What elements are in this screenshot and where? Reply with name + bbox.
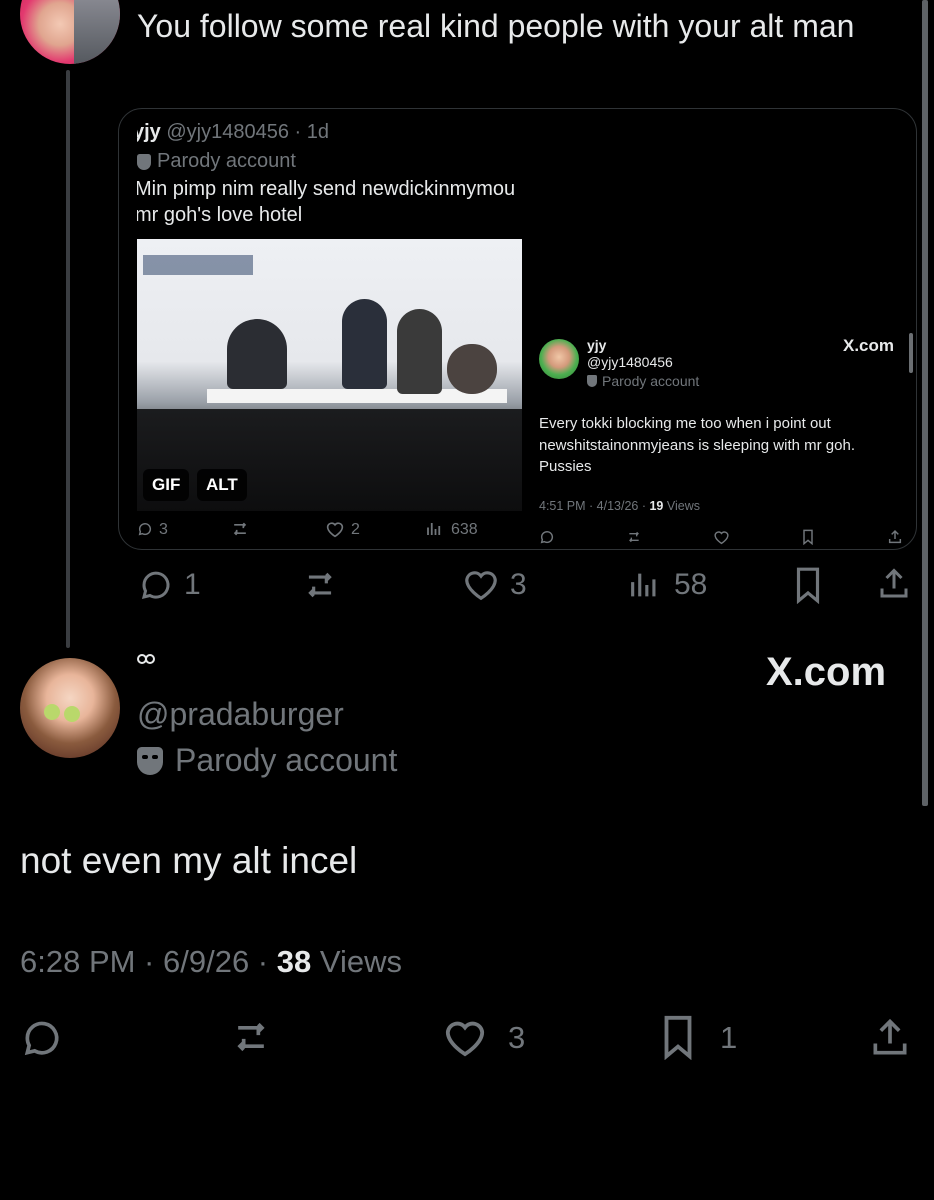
left-tweet-handle: @yjy1480456 bbox=[166, 121, 289, 143]
main-site-label[interactable]: X.com bbox=[766, 650, 886, 695]
main-share-icon[interactable] bbox=[868, 1016, 912, 1060]
parody-mask-icon bbox=[137, 153, 151, 170]
left-reply-count: 3 bbox=[159, 521, 168, 538]
right-reply-icon[interactable] bbox=[539, 529, 555, 545]
right-tweet-text: Every tokki blocking me too when i point… bbox=[539, 415, 855, 475]
left-views-icon[interactable] bbox=[425, 520, 443, 538]
like-count: 3 bbox=[510, 568, 527, 601]
right-tweet-site[interactable]: X.com bbox=[843, 336, 894, 356]
bookmark-icon[interactable] bbox=[792, 566, 824, 604]
main-timestamp[interactable]: 6:28 PM · 6/9/26 · bbox=[20, 944, 277, 979]
right-retweet-icon[interactable] bbox=[625, 529, 643, 545]
right-tweet-timestamp: 4:51 PM · 4/13/26 · bbox=[539, 499, 650, 513]
main-retweet-icon[interactable] bbox=[226, 1015, 276, 1059]
right-tweet-scrollbar[interactable] bbox=[909, 333, 913, 373]
main-tweet-text: not even my alt incel bbox=[20, 840, 358, 881]
left-tweet-text-line1: Min pimp nim really send newdickinmymou bbox=[137, 178, 516, 200]
main-views-label: Views bbox=[311, 944, 402, 979]
right-tweet-avatar bbox=[539, 339, 579, 379]
left-reply-icon[interactable] bbox=[137, 521, 153, 537]
reply-count: 1 bbox=[184, 568, 201, 601]
like-icon[interactable] bbox=[462, 566, 500, 602]
reply-author-avatar[interactable] bbox=[20, 0, 120, 64]
main-like-count: 3 bbox=[508, 1020, 526, 1055]
right-tweet-name: yjy bbox=[587, 337, 607, 353]
reply-tweet-text: You follow some real kind people with yo… bbox=[137, 8, 855, 44]
screenshot-left-tweet: yjy @yjy1480456 · 1d Parody account Min … bbox=[137, 109, 529, 549]
reply-icon[interactable] bbox=[138, 567, 174, 603]
main-bookmark-count: 1 bbox=[720, 1020, 738, 1055]
gif-badge: GIF bbox=[143, 469, 190, 501]
main-reply-icon[interactable] bbox=[20, 1016, 64, 1060]
retweet-icon[interactable] bbox=[298, 566, 342, 604]
right-like-icon[interactable] bbox=[713, 529, 730, 545]
right-parody-mask-icon bbox=[587, 375, 597, 387]
reply-tweet-action-bar: 1 3 58 bbox=[130, 560, 920, 608]
right-tweet-views-label: Views bbox=[663, 499, 700, 513]
page-scrollbar[interactable] bbox=[922, 0, 928, 806]
left-views-count: 638 bbox=[451, 521, 478, 538]
left-retweet-icon[interactable] bbox=[229, 519, 251, 539]
share-icon[interactable] bbox=[876, 566, 912, 602]
main-author-avatar[interactable] bbox=[20, 658, 120, 758]
main-author-handle[interactable]: @pradaburger bbox=[137, 696, 344, 733]
left-tweet-text-line2: mr goh's love hotel bbox=[137, 204, 303, 226]
left-like-count: 2 bbox=[351, 521, 360, 538]
main-tweet-action-bar: 3 1 bbox=[18, 1012, 918, 1064]
left-tweet-name: yjy bbox=[137, 121, 161, 143]
left-tweet-gif[interactable]: GIF ALT bbox=[137, 239, 522, 511]
main-parody-label: Parody account bbox=[175, 742, 398, 778]
right-tweet-views-count: 19 bbox=[649, 499, 664, 513]
quoted-screenshot-card[interactable]: yjy @yjy1480456 · 1d Parody account Min … bbox=[118, 108, 917, 550]
main-header-glyph bbox=[137, 654, 155, 664]
screenshot-right-tweet: yjy @yjy1480456 Parody account X.com Eve… bbox=[537, 109, 916, 549]
left-like-icon[interactable] bbox=[325, 520, 345, 538]
left-tweet-time: · 1d bbox=[294, 121, 330, 143]
main-bookmark-icon[interactable] bbox=[658, 1014, 698, 1060]
thread-connector bbox=[66, 70, 70, 648]
right-tweet-parody-label: Parody account bbox=[602, 373, 700, 389]
main-like-icon[interactable] bbox=[442, 1016, 488, 1058]
right-share-icon[interactable] bbox=[887, 529, 903, 545]
parody-mask-icon-main bbox=[137, 746, 163, 775]
main-views-count: 38 bbox=[276, 944, 312, 979]
alt-badge[interactable]: ALT bbox=[197, 469, 247, 501]
right-tweet-handle: @yjy1480456 bbox=[587, 354, 673, 370]
views-icon[interactable] bbox=[627, 567, 661, 603]
left-tweet-parody-label: Parody account bbox=[157, 150, 296, 172]
right-bookmark-icon[interactable] bbox=[801, 529, 815, 545]
views-count: 58 bbox=[674, 568, 708, 601]
